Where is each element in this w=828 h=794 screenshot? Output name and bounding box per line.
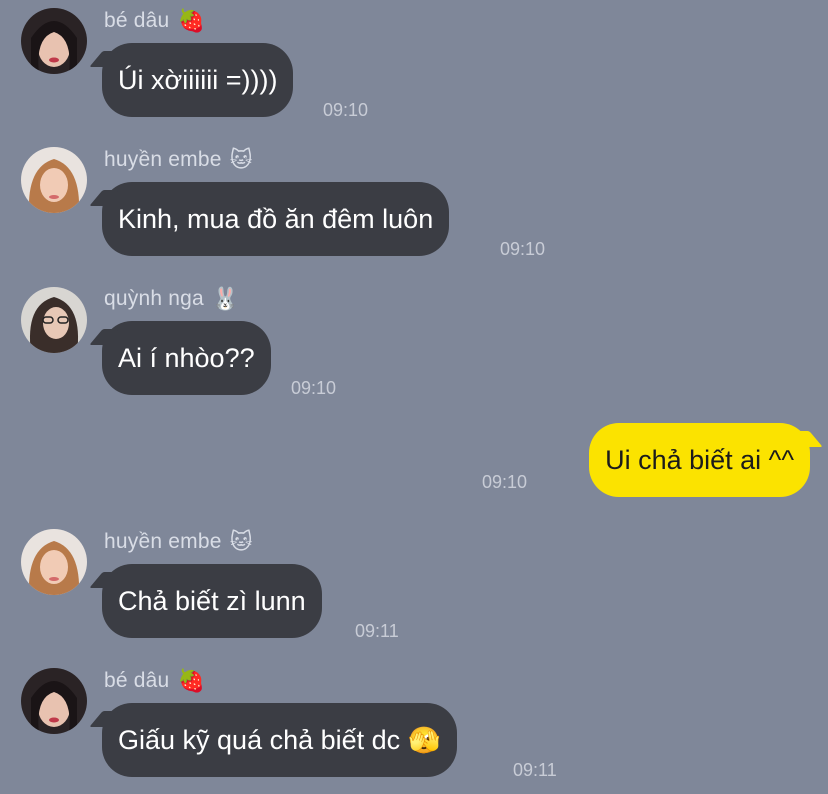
sender-name-text: quỳnh nga [104, 287, 204, 310]
avatar-be-dau-icon[interactable] [21, 668, 87, 734]
message-bubble[interactable]: Ai í nhòo?? [102, 321, 271, 395]
message-text: Chả biết zì lunn [118, 586, 306, 616]
message-text: Ui chả biết ai ^^ [605, 445, 794, 475]
message-bubble[interactable]: Giấu kỹ quá chả biết dc 🫣 [102, 703, 457, 777]
sender-name: huyền embe 🐱 [104, 148, 253, 172]
message-text: Kinh, mua đồ ăn đêm luôn [118, 204, 434, 234]
message-time: 09:11 [355, 621, 399, 641]
sender-name: huyền embe 🐱 [104, 530, 253, 554]
message-text: Ai í nhòo?? [118, 343, 255, 373]
avatar-quynh-nga-icon[interactable] [21, 287, 87, 353]
sender-name: bé dâu 🍓 [104, 669, 205, 693]
strawberry-icon: 🍓 [177, 668, 206, 693]
sender-name-text: huyền embe [104, 530, 222, 553]
message-time: 09:10 [482, 472, 528, 492]
message-bubble[interactable]: Chả biết zì lunn [102, 564, 322, 638]
message-bubble-outgoing[interactable]: Ui chả biết ai ^^ [589, 423, 810, 497]
message-time: 09:10 [323, 100, 369, 120]
strawberry-icon: 🍓 [177, 8, 206, 33]
message-text: Úi xờiiiiii =)))) [118, 65, 278, 95]
peeking-face-icon: 🫣 [408, 725, 441, 755]
sender-name: quỳnh nga 🐰 [104, 287, 239, 311]
avatar-be-dau-icon[interactable] [21, 8, 87, 74]
sender-name-text: huyền embe [104, 148, 222, 171]
avatar-huyen-embe-icon[interactable] [21, 529, 87, 595]
message-time: 09:11 [513, 760, 557, 780]
message-bubble[interactable]: Kinh, mua đồ ăn đêm luôn [102, 182, 450, 256]
message-text: Giấu kỹ quá chả biết dc [118, 725, 401, 755]
cat-face-icon: 🐱 [229, 529, 253, 554]
sender-name-text: bé dâu [104, 669, 170, 692]
message-time: 09:10 [291, 378, 337, 398]
avatar-huyen-embe-icon[interactable] [21, 147, 87, 213]
sender-name: bé dâu 🍓 [104, 9, 205, 33]
message-time: 09:10 [500, 239, 546, 259]
rabbit-face-icon: 🐰 [211, 286, 240, 311]
sender-name-text: bé dâu [104, 9, 170, 32]
cat-face-icon: 🐱 [229, 147, 253, 172]
message-bubble[interactable]: Úi xờiiiiii =)))) [102, 43, 294, 117]
